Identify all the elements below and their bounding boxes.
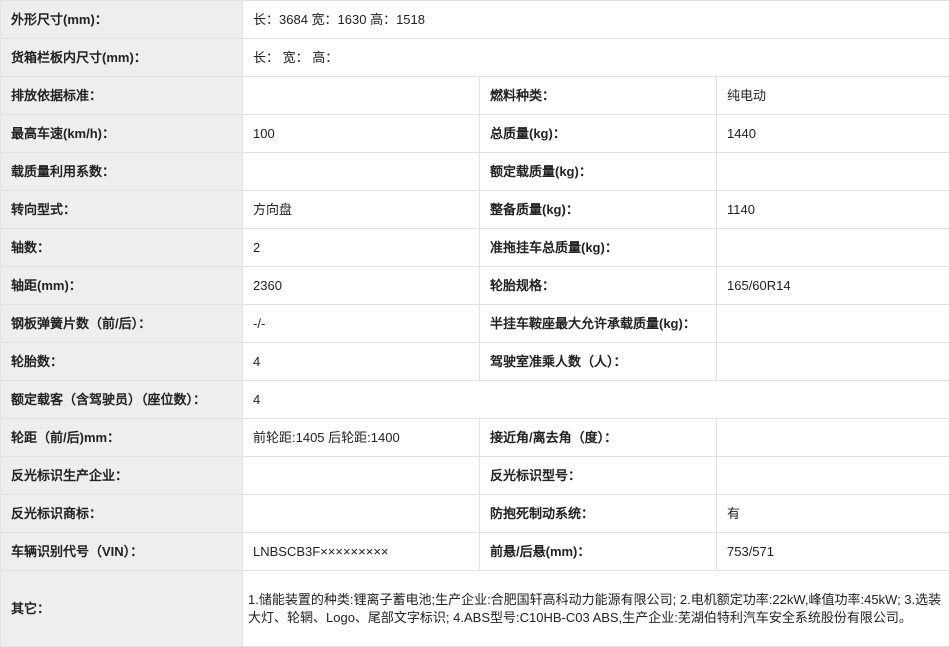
- table-row: 最高车速(km/h)： 100 总质量(kg)： 1440: [1, 115, 949, 153]
- spec-label: 半挂车鞍座最大允许承载质量(kg)：: [480, 305, 717, 343]
- spec-value: [243, 153, 480, 191]
- spec-value: 1140: [717, 191, 949, 229]
- spec-label: 前悬/后悬(mm)：: [480, 533, 717, 571]
- spec-value: 2360: [243, 267, 480, 305]
- spec-label: 驾驶室准乘人数（人）：: [480, 343, 717, 381]
- spec-label: 货箱栏板内尺寸(mm)：: [1, 39, 243, 77]
- spec-label: 接近角/离去角（度）：: [480, 419, 717, 457]
- spec-label: 总质量(kg)：: [480, 115, 717, 153]
- spec-value: [717, 305, 949, 343]
- spec-label: 反光标识生产企业：: [1, 457, 243, 495]
- spec-value: [243, 457, 480, 495]
- table-row: 轴数： 2 准拖挂车总质量(kg)：: [1, 229, 949, 267]
- spec-value: 纯电动: [717, 77, 949, 115]
- table-row: 钢板弹簧片数（前/后）： -/- 半挂车鞍座最大允许承载质量(kg)：: [1, 305, 949, 343]
- table-row: 轴距(mm)： 2360 轮胎规格： 165/60R14: [1, 267, 949, 305]
- spec-label: 最高车速(km/h)：: [1, 115, 243, 153]
- spec-label: 钢板弹簧片数（前/后）：: [1, 305, 243, 343]
- spec-label: 排放依据标准：: [1, 77, 243, 115]
- spec-value: 方向盘: [243, 191, 480, 229]
- spec-value: 1440: [717, 115, 949, 153]
- spec-value: 100: [243, 115, 480, 153]
- spec-value: LNBSCB3F×××××××××: [243, 533, 480, 571]
- spec-label: 轮距（前/后)mm：: [1, 419, 243, 457]
- spec-label: 其它：: [1, 571, 243, 647]
- spec-label: 准拖挂车总质量(kg)：: [480, 229, 717, 267]
- vehicle-spec-table: 外形尺寸(mm)： 长：3684 宽：1630 高：1518 货箱栏板内尺寸(m…: [0, 0, 949, 647]
- spec-value: -/-: [243, 305, 480, 343]
- table-row: 额定载客（含驾驶员）（座位数）： 4: [1, 381, 949, 419]
- table-row: 反光标识生产企业： 反光标识型号：: [1, 457, 949, 495]
- table-row: 反光标识商标： 防抱死制动系统： 有: [1, 495, 949, 533]
- spec-label: 轮胎数：: [1, 343, 243, 381]
- spec-label: 轴数：: [1, 229, 243, 267]
- table-row: 其它： 1.储能装置的种类:锂离子蓄电池;生产企业:合肥国轩高科动力能源有限公司…: [1, 571, 949, 647]
- spec-label: 额定载客（含驾驶员）（座位数）：: [1, 381, 243, 419]
- spec-notes: 1.储能装置的种类:锂离子蓄电池;生产企业:合肥国轩高科动力能源有限公司; 2.…: [243, 571, 949, 647]
- spec-label: 转向型式：: [1, 191, 243, 229]
- spec-label: 轴距(mm)：: [1, 267, 243, 305]
- spec-label: 反光标识型号：: [480, 457, 717, 495]
- spec-value: 前轮距:1405 后轮距:1400: [243, 419, 480, 457]
- spec-value: 4: [243, 381, 949, 419]
- table-row: 载质量利用系数： 额定载质量(kg)：: [1, 153, 949, 191]
- spec-value: [717, 229, 949, 267]
- spec-value: 165/60R14: [717, 267, 949, 305]
- spec-label: 额定载质量(kg)：: [480, 153, 717, 191]
- spec-value: 753/571: [717, 533, 949, 571]
- table-row: 轮距（前/后)mm： 前轮距:1405 后轮距:1400 接近角/离去角（度）：: [1, 419, 949, 457]
- spec-value: [717, 457, 949, 495]
- spec-value: [717, 153, 949, 191]
- spec-label: 燃料种类：: [480, 77, 717, 115]
- spec-label: 载质量利用系数：: [1, 153, 243, 191]
- spec-value: 4: [243, 343, 480, 381]
- spec-label: 外形尺寸(mm)：: [1, 1, 243, 39]
- table-row: 排放依据标准： 燃料种类： 纯电动: [1, 77, 949, 115]
- spec-value: [243, 77, 480, 115]
- table-row: 货箱栏板内尺寸(mm)： 长： 宽： 高：: [1, 39, 949, 77]
- table-row: 轮胎数： 4 驾驶室准乘人数（人）：: [1, 343, 949, 381]
- spec-value: 长：3684 宽：1630 高：1518: [243, 1, 949, 39]
- spec-value: 有: [717, 495, 949, 533]
- spec-label: 反光标识商标：: [1, 495, 243, 533]
- spec-label: 车辆识别代号（VIN）：: [1, 533, 243, 571]
- spec-value: [717, 419, 949, 457]
- spec-label: 整备质量(kg)：: [480, 191, 717, 229]
- spec-value: 2: [243, 229, 480, 267]
- spec-label: 防抱死制动系统：: [480, 495, 717, 533]
- spec-value: 长： 宽： 高：: [243, 39, 949, 77]
- spec-value: [717, 343, 949, 381]
- table-row: 车辆识别代号（VIN）： LNBSCB3F××××××××× 前悬/后悬(mm)…: [1, 533, 949, 571]
- table-row: 外形尺寸(mm)： 长：3684 宽：1630 高：1518: [1, 1, 949, 39]
- table-row: 转向型式： 方向盘 整备质量(kg)： 1140: [1, 191, 949, 229]
- spec-value: [243, 495, 480, 533]
- spec-label: 轮胎规格：: [480, 267, 717, 305]
